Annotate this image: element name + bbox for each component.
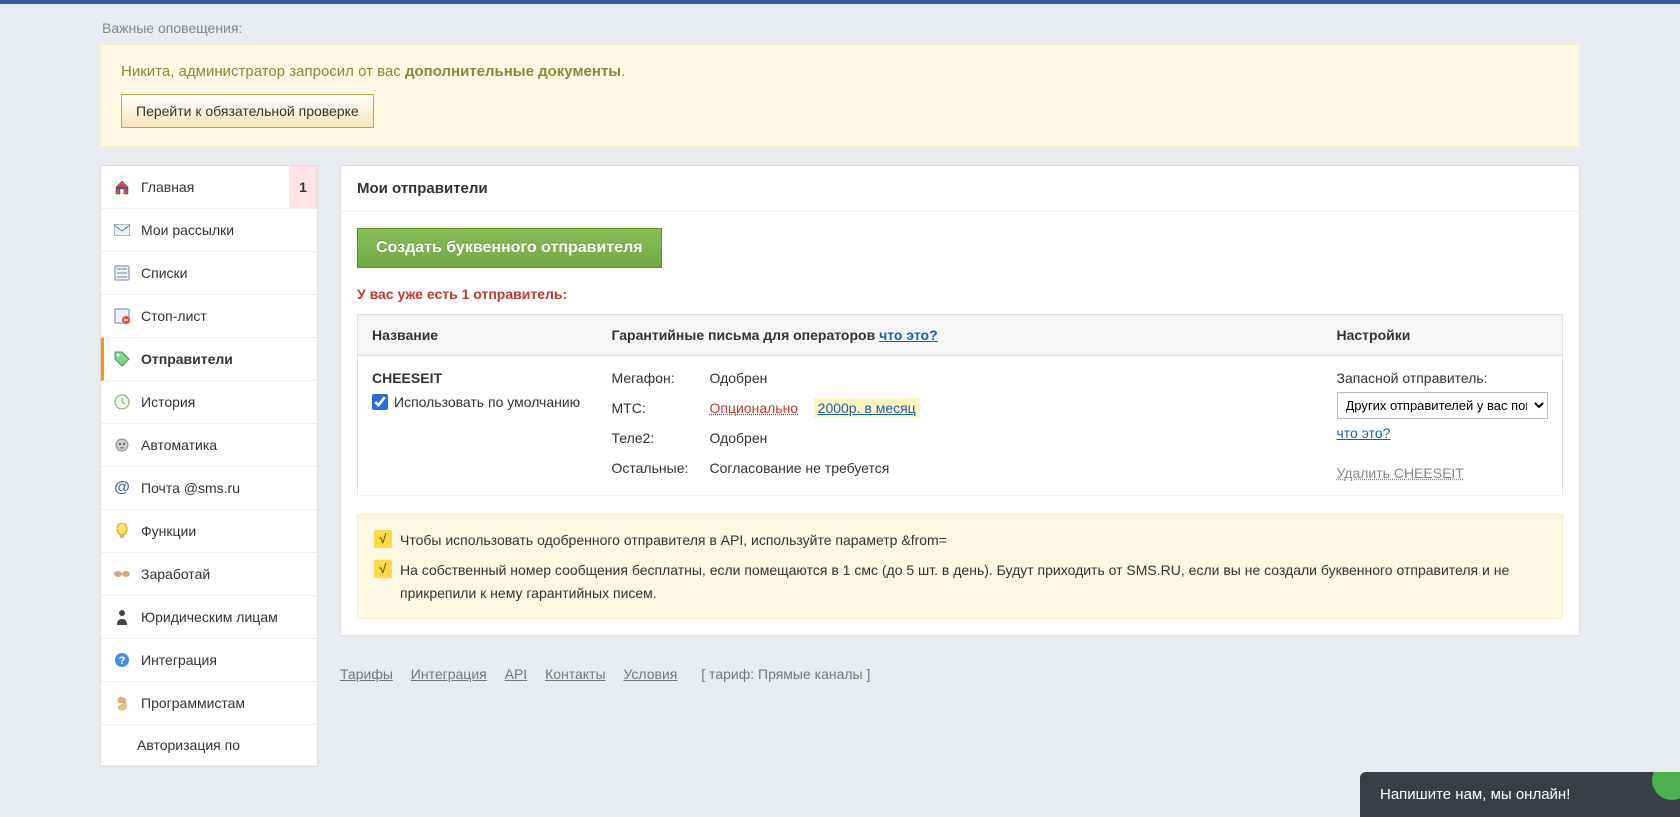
backup-sender-label: Запасной отправитель: — [1337, 370, 1549, 386]
sidebar-item-label: Стоп-лист — [141, 308, 207, 324]
info-box: √ Чтобы использовать одобренного отправи… — [357, 514, 1563, 619]
sidebar-item-label: Программистам — [141, 695, 245, 711]
info-text-2: На собственный номер сообщения бесплатны… — [400, 559, 1546, 604]
sidebar-item-label: Автоматика — [141, 437, 217, 453]
envelope-icon — [113, 221, 131, 239]
th-letters-text: Гарантийные письма для операторов — [612, 327, 880, 343]
op-mts-value: Опционально 2000р. в месяц — [710, 400, 1309, 416]
notifications-label: Важные оповещения: — [102, 20, 1580, 36]
at-icon: @ — [113, 479, 131, 497]
chat-text: Напишите нам, мы онлайн! — [1380, 786, 1570, 803]
footer-link-contacts[interactable]: Контакты — [545, 666, 605, 682]
mts-optional-link[interactable]: Опционально — [710, 400, 799, 416]
operators-grid: Мегафон: Одобрен МТС: Опционально 2000р.… — [612, 370, 1309, 476]
check-icon: √ — [374, 560, 392, 578]
footer-link-api[interactable]: API — [505, 666, 528, 682]
bulb-icon — [113, 522, 131, 540]
sender-name: CHEESEIT — [372, 370, 584, 386]
sidebar-item-functions[interactable]: Функции — [101, 510, 317, 553]
create-sender-button[interactable]: Создать буквенного отправителя — [357, 228, 662, 268]
op-tele2-label: Теле2: — [612, 430, 702, 446]
use-default-label[interactable]: Использовать по умолчанию — [372, 394, 584, 410]
info-row-1: √ Чтобы использовать одобренного отправи… — [374, 529, 1546, 551]
alert-prefix: Никита, администратор запросил от вас — [121, 63, 405, 80]
sidebar-item-integration[interactable]: ? Интеграция — [101, 639, 317, 682]
sidebar-item-history[interactable]: История — [101, 381, 317, 424]
tag-icon — [113, 350, 131, 368]
sidebar-item-auth[interactable]: Авторизация по — [101, 725, 317, 766]
sidebar-item-label: Юридическим лицам — [141, 609, 278, 625]
footer-link-tariffs[interactable]: Тарифы — [340, 666, 393, 682]
alert-bold: дополнительные документы — [405, 63, 621, 80]
info-text-1: Чтобы использовать одобренного отправите… — [400, 529, 947, 551]
sidebar-item-home[interactable]: Главная 1 — [101, 166, 317, 209]
svg-text:?: ? — [119, 655, 126, 667]
sidebar-item-label: Почта @sms.ru — [141, 480, 240, 496]
backup-sender-select[interactable]: Других отправителей у вас пока нет — [1337, 392, 1549, 419]
stop-icon — [113, 307, 131, 325]
mts-price-highlight: 2000р. в месяц — [814, 398, 920, 418]
sender-row: CHEESEIT Использовать по умолчанию Мегаф… — [358, 356, 1563, 496]
footer-tariff: [ тариф: Прямые каналы ] — [701, 666, 870, 682]
alert-suffix: . — [621, 63, 625, 80]
footer-link-terms[interactable]: Условия — [623, 666, 677, 682]
what-is-this-link[interactable]: что это? — [879, 327, 938, 343]
handshake-icon — [113, 565, 131, 583]
sidebar-item-stoplist[interactable]: Стоп-лист — [101, 295, 317, 338]
op-other-value: Согласование не требуется — [710, 460, 1309, 476]
th-letters: Гарантийные письма для операторов что эт… — [598, 315, 1323, 356]
op-tele2-value: Одобрен — [710, 430, 1309, 446]
sidebar-item-automation[interactable]: Автоматика — [101, 424, 317, 467]
panel-title: Мои отправители — [341, 166, 1579, 212]
sidebar-item-label: История — [141, 394, 195, 410]
clock-icon — [113, 393, 131, 411]
sidebar-item-label: Функции — [141, 523, 196, 539]
sidebar-item-label: Заработай — [141, 566, 210, 582]
chat-widget[interactable]: Напишите нам, мы онлайн! — [1360, 772, 1680, 817]
sidebar-item-label: Главная — [141, 179, 194, 195]
help-icon: ? — [113, 651, 131, 669]
footer-link-integration[interactable]: Интеграция — [411, 666, 487, 682]
existing-sender-note: У вас уже есть 1 отправитель: — [357, 286, 1563, 302]
list-icon — [113, 264, 131, 282]
use-default-text: Использовать по умолчанию — [394, 394, 580, 410]
sidebar-item-earn[interactable]: Заработай — [101, 553, 317, 596]
sidebar-item-label: Авторизация по — [137, 737, 240, 753]
op-megafon-value: Одобрен — [710, 370, 1309, 386]
use-default-checkbox[interactable] — [372, 394, 388, 410]
home-icon — [113, 178, 131, 196]
sidebar-item-label: Мои рассылки — [141, 222, 234, 238]
senders-table: Название Гарантийные письма для оператор… — [357, 314, 1563, 496]
th-settings: Настройки — [1323, 315, 1563, 356]
op-megafon-label: Мегафон: — [612, 370, 702, 386]
sidebar: Главная 1 Мои рассылки Списки Стоп-лист … — [100, 165, 318, 767]
check-icon: √ — [374, 530, 392, 548]
sidebar-item-mail[interactable]: @ Почта @sms.ru — [101, 467, 317, 510]
sidebar-item-mailings[interactable]: Мои рассылки — [101, 209, 317, 252]
th-name: Название — [358, 315, 598, 356]
robot-icon — [113, 436, 131, 454]
hand-icon — [113, 694, 131, 712]
sidebar-item-legal[interactable]: Юридическим лицам — [101, 596, 317, 639]
sidebar-item-lists[interactable]: Списки — [101, 252, 317, 295]
backup-what-link[interactable]: что это? — [1337, 425, 1391, 441]
sidebar-item-senders[interactable]: Отправители — [101, 338, 317, 381]
delete-sender-link[interactable]: Удалить CHEESEIT — [1337, 465, 1464, 481]
mts-price-link[interactable]: 2000р. в месяц — [818, 400, 916, 416]
footer: Тарифы Интеграция API Контакты Условия [… — [340, 666, 1580, 682]
alert-box: Никита, администратор запросил от вас до… — [100, 44, 1580, 147]
sidebar-item-developers[interactable]: Программистам — [101, 682, 317, 725]
info-row-2: √ На собственный номер сообщения бесплат… — [374, 559, 1546, 604]
person-icon — [113, 608, 131, 626]
senders-panel: Мои отправители Создать буквенного отпра… — [340, 165, 1580, 636]
alert-text: Никита, администратор запросил от вас до… — [121, 63, 1559, 80]
sidebar-item-label: Списки — [141, 265, 187, 281]
op-mts-label: МТС: — [612, 400, 702, 416]
sidebar-item-label: Интеграция — [141, 652, 217, 668]
goto-verification-button[interactable]: Перейти к обязательной проверке — [121, 94, 374, 128]
sidebar-item-label: Отправители — [141, 351, 233, 367]
op-other-label: Остальные: — [612, 460, 702, 476]
chat-status-icon — [1652, 772, 1680, 800]
sidebar-badge: 1 — [289, 166, 317, 208]
